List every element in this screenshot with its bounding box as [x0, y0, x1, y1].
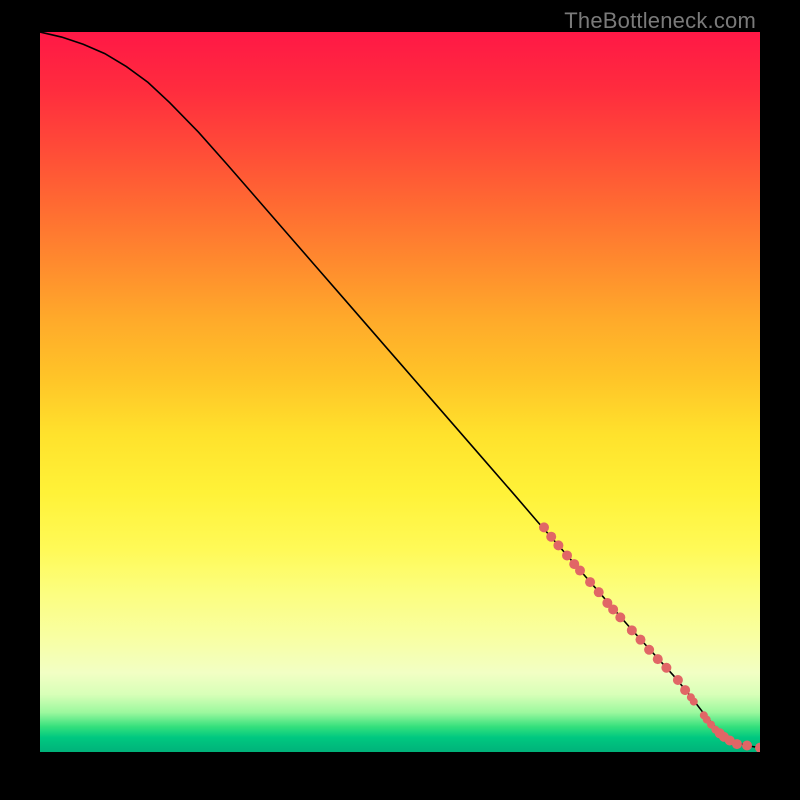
data-point-marker [585, 577, 595, 587]
data-point-marker [615, 612, 625, 622]
data-point-marker [653, 654, 663, 664]
chart-container: TheBottleneck.com [0, 0, 800, 800]
data-point-marker [680, 685, 690, 695]
data-point-marker [755, 743, 760, 752]
data-point-marker [594, 587, 604, 597]
data-point-marker [742, 741, 752, 751]
attribution-label: TheBottleneck.com [564, 8, 756, 34]
data-point-marker [635, 635, 645, 645]
data-point-marker [644, 645, 654, 655]
data-point-marker [562, 550, 572, 560]
data-point-marker [661, 663, 671, 673]
data-point-marker [673, 675, 683, 685]
data-point-marker [539, 522, 549, 532]
curve-layer [40, 32, 760, 752]
data-point-marker [575, 566, 585, 576]
line-series [40, 32, 760, 748]
plot-area [40, 32, 760, 752]
data-point-marker [732, 739, 742, 749]
data-point-marker [627, 625, 637, 635]
data-point-marker [608, 604, 618, 614]
data-point-marker [553, 540, 563, 550]
data-point-marker [690, 698, 698, 706]
data-point-marker [546, 532, 556, 542]
scatter-series [539, 522, 760, 752]
